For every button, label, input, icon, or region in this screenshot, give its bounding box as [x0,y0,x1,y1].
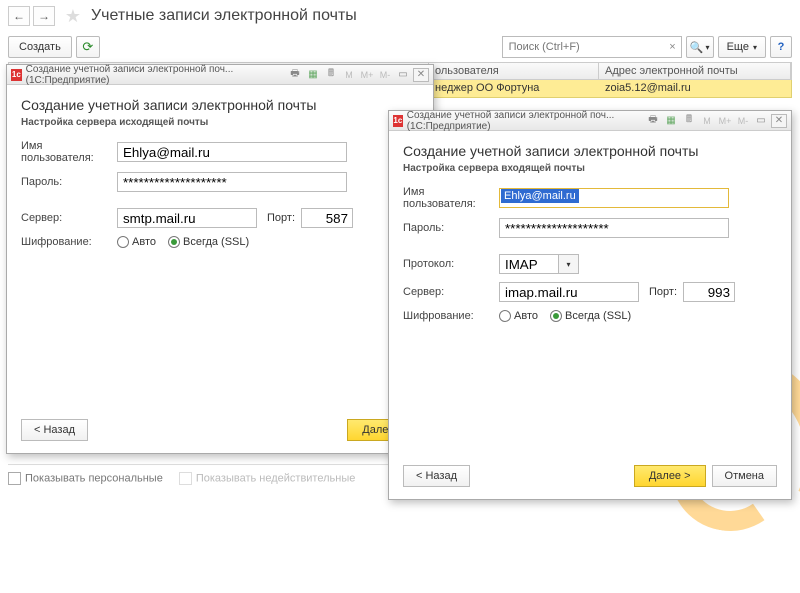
calc-icon[interactable]: 🖩 [323,68,339,82]
radio-auto[interactable] [117,236,129,248]
username-label: Имя пользователя: [403,186,499,210]
dialog-heading: Создание учетной записи электронной почт… [403,143,777,159]
calc-icon[interactable]: 🖩 [681,114,697,128]
close-icon[interactable]: ✕ [771,114,787,128]
search-icon: 🔍 [690,41,704,54]
password-input[interactable] [117,172,347,192]
minimize-icon[interactable]: ▭ [395,68,411,82]
close-icon[interactable]: ✕ [413,68,429,82]
app-icon: 1c [11,69,22,81]
favorite-star-icon[interactable] [64,7,82,25]
back-button[interactable]: < Назад [403,465,470,487]
dialog-titlebar[interactable]: 1c Создание учетной записи электронной п… [389,111,791,131]
app-icon: 1c [393,115,403,127]
radio-auto[interactable] [499,310,511,322]
nav-back-button[interactable] [8,6,30,26]
dialog-subtitle: Настройка сервера входящей почты [403,163,777,174]
m-plus-icon[interactable]: M+ [717,114,733,128]
protocol-label: Протокол: [403,258,499,270]
search-box[interactable]: × [502,36,682,58]
show-invalid-checkbox: Показывать недействительные [179,472,356,485]
m-icon[interactable]: M [699,114,715,128]
username-input[interactable] [117,142,347,162]
dialog-incoming: 1c Создание учетной записи электронной п… [388,110,792,500]
print-icon[interactable]: 🖶 [645,114,661,128]
window-title: Создание учетной записи электронной поч.… [26,64,287,86]
help-button[interactable]: ? [770,36,792,58]
server-input[interactable] [117,208,257,228]
radio-auto-label[interactable]: Авто [514,310,538,322]
cell-email: zoia5.12@mail.ru [599,80,791,97]
search-menu-button[interactable]: 🔍▾ [686,36,714,58]
toolbar-icon[interactable]: ▦ [305,68,321,82]
m-icon[interactable]: M [341,68,357,82]
search-clear-icon[interactable]: × [664,41,680,53]
m-minus-icon[interactable]: M- [735,114,751,128]
username-input[interactable]: Ehlya@mail.ru [501,189,579,203]
m-minus-icon[interactable]: M- [377,68,393,82]
search-input[interactable] [503,41,665,53]
back-button[interactable]: < Назад [21,419,88,441]
column-email[interactable]: Адрес электронной почты [599,63,791,79]
chevron-down-icon: ▾ [705,43,709,52]
radio-auto-label[interactable]: Авто [132,236,156,248]
username-label: Имя пользователя: [21,140,117,164]
protocol-select[interactable]: ▾ [499,254,579,274]
dialog-outgoing: 1c Создание учетной записи электронной п… [6,64,434,454]
m-plus-icon[interactable]: M+ [359,68,375,82]
toolbar-icon[interactable]: ▦ [663,114,679,128]
column-user[interactable]: ользователя [429,63,599,79]
port-input[interactable] [683,282,735,302]
password-input[interactable] [499,218,729,238]
more-button[interactable]: Еще▾ [718,36,766,58]
dialog-heading: Создание учетной записи электронной почт… [21,97,419,113]
dialog-titlebar[interactable]: 1c Создание учетной записи электронной п… [7,65,433,85]
create-button[interactable]: Создать [8,36,72,58]
password-label: Пароль: [403,222,499,234]
refresh-button[interactable]: ⟳ [76,36,100,58]
cell-user: неджер ОО Фортуна [429,80,599,97]
refresh-icon: ⟳ [82,39,93,55]
radio-always[interactable] [550,310,562,322]
server-label: Сервер: [21,212,117,224]
radio-always[interactable] [168,236,180,248]
port-label: Порт: [267,212,295,224]
chevron-down-icon: ▾ [753,43,757,52]
port-label: Порт: [649,286,677,298]
chevron-down-icon[interactable]: ▾ [559,254,579,274]
radio-always-label[interactable]: Всегда (SSL) [183,236,249,248]
port-input[interactable] [301,208,353,228]
server-label: Сервер: [403,286,499,298]
minimize-icon[interactable]: ▭ [753,114,769,128]
server-input[interactable] [499,282,639,302]
encryption-label: Шифрование: [21,236,117,248]
print-icon[interactable]: 🖶 [287,68,303,82]
password-label: Пароль: [21,176,117,188]
encryption-label: Шифрование: [403,310,499,322]
cancel-button[interactable]: Отмена [712,465,777,487]
window-title: Создание учетной записи электронной поч.… [407,110,645,132]
next-button[interactable]: Далее > [634,465,706,487]
page-title: Учетные записи электронной почты [91,7,357,25]
dialog-subtitle: Настройка сервера исходящей почты [21,117,419,128]
nav-forward-button[interactable] [33,6,55,26]
radio-always-label[interactable]: Всегда (SSL) [565,310,631,322]
show-personal-checkbox[interactable]: Показывать персональные [8,472,163,485]
